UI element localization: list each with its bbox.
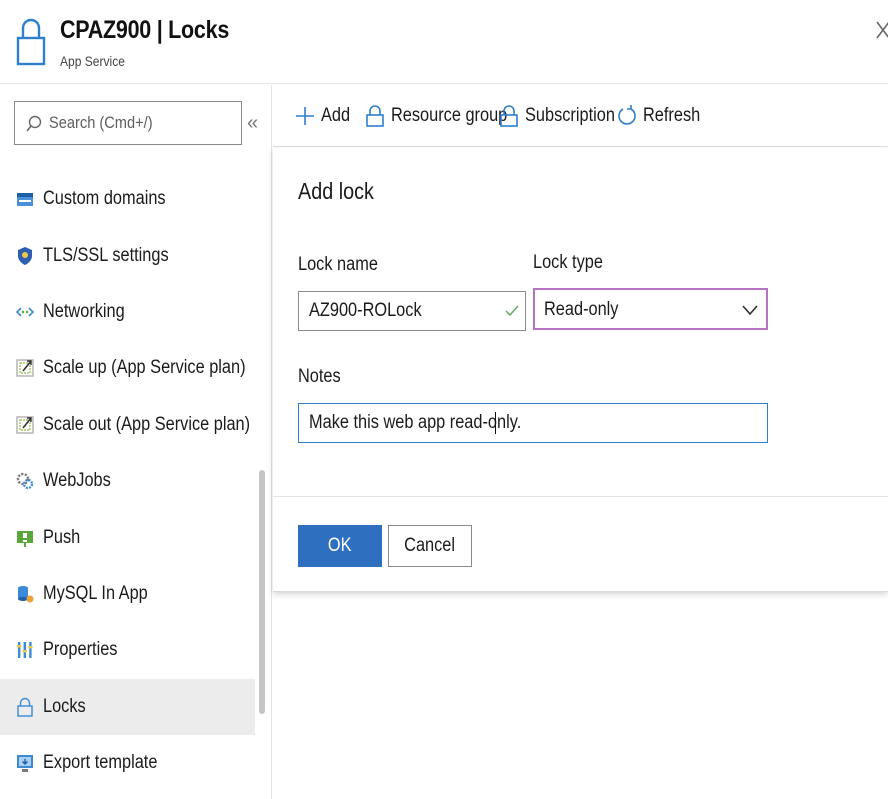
sidebar-item-tls-ssl-settings[interactable]: TLS/SSL settings xyxy=(0,227,255,283)
push-icon xyxy=(17,530,33,547)
webjobs-icon xyxy=(16,472,34,490)
sidebar-item-label: WebJobs xyxy=(43,470,111,492)
lock-icon xyxy=(16,18,46,66)
sidebar-item-label: Properties xyxy=(43,639,118,661)
sidebar-item-label: Networking xyxy=(43,300,125,322)
close-icon[interactable] xyxy=(875,18,888,44)
properties-icon xyxy=(17,642,33,659)
page-title: CPAZ900 | Locks xyxy=(60,16,230,44)
sidebar-item-webjobs[interactable]: WebJobs xyxy=(0,453,255,509)
content-area: Add lock Lock name Lock type Read-only N… xyxy=(273,148,888,799)
lock-name-label: Lock name xyxy=(298,254,378,275)
plus-icon xyxy=(296,107,314,125)
cancel-button-label: Cancel xyxy=(404,535,456,556)
chevron-down-icon xyxy=(742,305,758,316)
sidebar-item-label: Locks xyxy=(43,695,86,717)
sidebar-item-label: Scale out (App Service plan) xyxy=(43,413,251,435)
sidebar-item-label: TLS/SSL settings xyxy=(43,244,169,266)
sidebar-item-label: Push xyxy=(43,526,81,548)
lock-type-value: Read-only xyxy=(544,299,619,320)
resource-group-button-label: Resource group xyxy=(391,105,508,126)
sidebar-item-scale-out[interactable]: Scale out (App Service plan) xyxy=(0,397,255,453)
sidebar-item-label: Custom domains xyxy=(43,188,166,210)
notes-label: Notes xyxy=(298,366,341,387)
sidebar-item-networking[interactable]: Networking xyxy=(0,284,255,340)
add-lock-panel: Add lock Lock name Lock type Read-only N… xyxy=(273,148,888,592)
checkmark-icon xyxy=(505,305,519,317)
networking-icon xyxy=(16,307,34,317)
sidebar-item-export-template[interactable]: Export template xyxy=(0,735,255,791)
search-icon xyxy=(26,115,42,132)
sidebar-nav: Custom domains TLS/SSL settings Networki… xyxy=(0,171,255,791)
sidebar-item-scale-up[interactable]: Scale up (App Service plan) xyxy=(0,340,255,396)
lock-type-label: Lock type xyxy=(533,252,603,273)
lock-icon xyxy=(500,105,518,127)
lock-name-input[interactable] xyxy=(309,292,473,330)
panel-divider xyxy=(273,496,888,497)
add-button-label: Add xyxy=(321,105,351,126)
sidebar-item-push[interactable]: Push xyxy=(0,509,255,565)
notes-input[interactable] xyxy=(309,404,688,442)
command-bar: Add Resource group Subscription Refresh xyxy=(273,85,888,147)
lock-icon xyxy=(17,697,33,717)
lock-icon xyxy=(366,105,384,127)
collapse-menu-button[interactable]: « xyxy=(247,109,263,137)
sidebar-item-label: Scale up (App Service plan) xyxy=(43,357,246,379)
lock-name-field[interactable] xyxy=(298,291,526,331)
add-button[interactable]: Add xyxy=(295,99,355,133)
mysql-icon xyxy=(18,585,34,603)
panel-title: Add lock xyxy=(298,178,374,204)
scale-up-icon xyxy=(16,359,34,378)
export-template-icon xyxy=(17,755,33,773)
ok-button[interactable]: OK xyxy=(298,525,382,567)
sidebar-item-properties[interactable]: Properties xyxy=(0,622,255,678)
text-caret xyxy=(495,412,496,434)
subscription-button-label: Subscription xyxy=(525,105,615,126)
subscription-button[interactable]: Subscription xyxy=(499,99,630,133)
shield-icon xyxy=(18,246,32,265)
sidebar-item-label: Export template xyxy=(43,752,158,774)
cancel-button[interactable]: Cancel xyxy=(388,525,472,567)
sidebar-item-locks[interactable]: Locks xyxy=(0,678,255,735)
page-subtitle: App Service xyxy=(60,53,125,69)
sidebar-item-custom-domains[interactable]: Custom domains xyxy=(0,171,255,227)
blade-header: CPAZ900 | Locks App Service xyxy=(0,0,888,84)
custom-domains-icon xyxy=(17,193,33,207)
refresh-icon xyxy=(618,105,636,125)
sidebar-item-label: MySQL In App xyxy=(43,582,148,604)
sidebar-scrollbar-thumb[interactable] xyxy=(259,470,265,714)
lock-type-select[interactable]: Read-only xyxy=(533,288,768,330)
refresh-button-label: Refresh xyxy=(643,105,701,126)
search-box[interactable] xyxy=(14,101,242,145)
ok-button-label: OK xyxy=(328,535,352,556)
search-input[interactable] xyxy=(49,102,213,144)
scale-out-icon xyxy=(16,416,34,434)
resource-menu: « Custom domains TLS/SSL settings xyxy=(0,85,272,799)
refresh-button[interactable]: Refresh xyxy=(617,99,710,133)
sidebar-item-mysql-in-app[interactable]: MySQL In App xyxy=(0,566,255,622)
notes-field[interactable] xyxy=(298,403,768,443)
